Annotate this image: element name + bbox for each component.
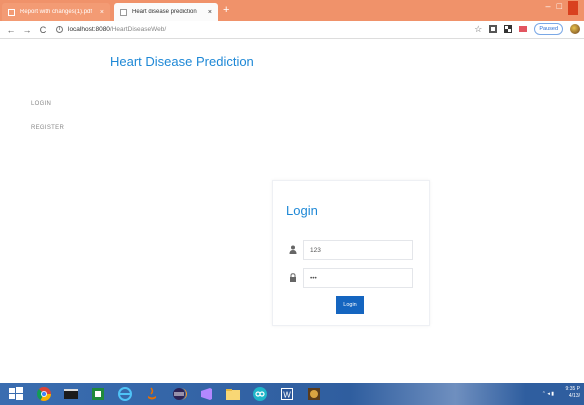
chrome-icon[interactable] bbox=[36, 386, 52, 402]
game-icon[interactable] bbox=[306, 386, 322, 402]
extension-icon[interactable] bbox=[519, 25, 528, 33]
spreadsheet-icon[interactable] bbox=[90, 386, 106, 402]
password-field bbox=[286, 268, 414, 288]
url-host: localhost:8080 bbox=[68, 26, 110, 33]
browser-tabstrip: Report with changes(1).pdf × Heart disea… bbox=[0, 0, 584, 21]
sidebar-item-register[interactable]: REGISTER bbox=[31, 125, 64, 131]
back-button[interactable]: ← bbox=[6, 25, 16, 35]
word-icon[interactable]: W bbox=[279, 386, 295, 402]
login-title: Login bbox=[286, 203, 318, 218]
page-title: Heart Disease Prediction bbox=[110, 54, 254, 69]
url-field[interactable]: i localhost:8080/HeartDiseaseWeb/ bbox=[56, 26, 166, 33]
file-explorer-icon[interactable] bbox=[225, 386, 241, 402]
user-icon bbox=[289, 245, 297, 254]
tab-report-pdf[interactable]: Report with changes(1).pdf × bbox=[2, 3, 110, 21]
close-window-button[interactable] bbox=[568, 1, 578, 15]
login-card: Login Login bbox=[272, 180, 430, 326]
tab-label: Heart disease prediction bbox=[132, 9, 197, 15]
window-controls: – □ bbox=[546, 1, 578, 15]
clock-date: 4/13/ bbox=[568, 393, 580, 399]
visual-studio-icon[interactable] bbox=[198, 386, 214, 402]
info-icon[interactable]: i bbox=[56, 26, 63, 33]
profile-paused-badge[interactable]: Paused bbox=[534, 23, 563, 35]
reload-button[interactable]: C bbox=[38, 25, 48, 35]
java-icon[interactable] bbox=[144, 386, 160, 402]
media-icon[interactable] bbox=[252, 386, 268, 402]
bookmark-star-icon[interactable]: ☆ bbox=[474, 24, 482, 35]
browser-toolbar: ☆ Paused bbox=[474, 23, 580, 35]
minimize-button[interactable]: – bbox=[546, 1, 551, 15]
page-icon bbox=[120, 8, 127, 16]
restore-button[interactable]: □ bbox=[557, 1, 562, 15]
address-bar: ← → C i localhost:8080/HeartDiseaseWeb/ … bbox=[0, 21, 584, 39]
tab-heart-disease[interactable]: Heart disease prediction × bbox=[114, 3, 218, 21]
url-path: /HeartDiseaseWeb/ bbox=[109, 26, 167, 33]
internet-explorer-icon[interactable] bbox=[117, 386, 133, 402]
new-tab-button[interactable]: + bbox=[223, 4, 229, 16]
eclipse-icon[interactable] bbox=[171, 386, 187, 402]
taskbar: W ⌃ ◂ ▮ 9:35 P 4/13/ bbox=[0, 383, 584, 405]
avatar[interactable] bbox=[570, 24, 580, 34]
login-button[interactable]: Login bbox=[336, 296, 364, 314]
clock[interactable]: 9:35 P 4/13/ bbox=[566, 386, 580, 400]
forward-button[interactable]: → bbox=[22, 25, 32, 35]
pdf-file-icon bbox=[8, 8, 15, 16]
tab-close-icon[interactable]: × bbox=[208, 9, 212, 16]
system-tray-icons[interactable]: ⌃ ◂ ▮ bbox=[542, 391, 554, 397]
tab-label: Report with changes(1).pdf bbox=[20, 9, 93, 15]
sidebar-item-login[interactable]: LOGIN bbox=[31, 101, 51, 107]
tab-close-icon[interactable]: × bbox=[100, 9, 104, 16]
extension-icon[interactable] bbox=[504, 25, 513, 33]
password-input[interactable] bbox=[303, 268, 413, 288]
username-field bbox=[286, 240, 414, 260]
clock-time: 9:35 P bbox=[565, 386, 580, 392]
username-input[interactable] bbox=[303, 240, 413, 260]
extension-icon[interactable] bbox=[489, 25, 498, 33]
windows-start-icon[interactable] bbox=[8, 386, 24, 402]
svg-text:W: W bbox=[283, 391, 291, 400]
lock-icon bbox=[289, 273, 297, 282]
terminal-icon[interactable] bbox=[63, 386, 79, 402]
